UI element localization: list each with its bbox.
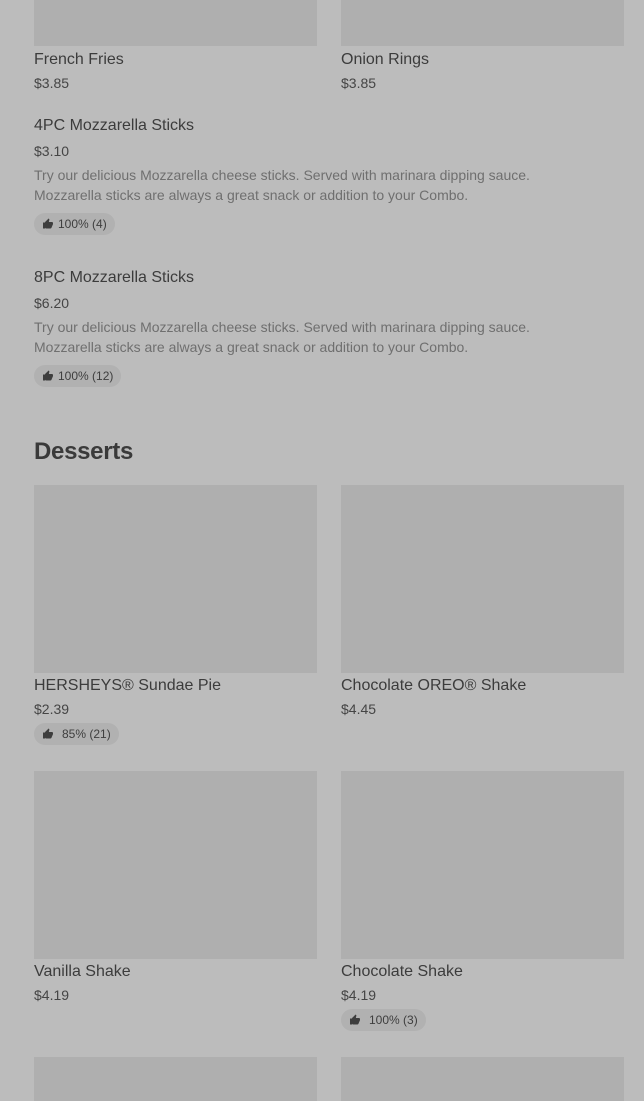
product-title-sundae-pie[interactable]: HERSHEYS® Sundae Pie: [34, 676, 221, 696]
rating-badge: 85% (21): [34, 723, 119, 745]
list-item-title[interactable]: 4PC Mozzarella Sticks: [34, 116, 194, 136]
product-image-vanilla-shake[interactable]: [34, 771, 317, 959]
product-image-oreo-shake[interactable]: [341, 485, 624, 673]
thumbs-up-icon: [43, 370, 53, 381]
rating-text: 100% (12): [58, 369, 114, 383]
rating-text: 85% (21): [62, 727, 111, 741]
rating-text: 100% (3): [369, 1013, 418, 1027]
description-line: Try our delicious Mozzarella cheese stic…: [34, 319, 530, 335]
rating-badge: 100% (3): [341, 1009, 426, 1031]
product-price-sundae-pie: $2.39: [34, 701, 70, 717]
rating-badge: 100% (12): [34, 365, 122, 387]
product-image-sundae-pie[interactable]: [34, 485, 317, 673]
thumbs-up-icon: [43, 218, 53, 229]
product-title-vanilla-shake[interactable]: Vanilla Shake: [34, 962, 131, 982]
description-line: Mozzarella sticks are always a great sna…: [34, 339, 469, 355]
product-title-onion-rings[interactable]: Onion Rings: [341, 50, 429, 70]
list-item-price: $3.10: [34, 143, 70, 159]
list-item-price: $6.20: [34, 295, 70, 311]
product-image[interactable]: [341, 1057, 624, 1101]
description-line: Try our delicious Mozzarella cheese stic…: [34, 167, 530, 183]
thumbs-up-icon: [350, 1014, 360, 1025]
product-image[interactable]: [34, 1057, 317, 1101]
list-item-title[interactable]: 8PC Mozzarella Sticks: [34, 268, 194, 288]
product-price-french-fries: $3.85: [34, 75, 70, 91]
list-item-description: Try our delicious Mozzarella cheese stic…: [34, 317, 574, 357]
description-line: Mozzarella sticks are always a great sna…: [34, 187, 469, 203]
product-title-french-fries[interactable]: French Fries: [34, 50, 124, 70]
list-item-description: Try our delicious Mozzarella cheese stic…: [34, 165, 574, 205]
product-title-oreo-shake[interactable]: Chocolate OREO® Shake: [341, 676, 526, 696]
product-price-oreo-shake: $4.45: [341, 701, 377, 717]
product-price-onion-rings: $3.85: [341, 75, 377, 91]
product-title-chocolate-shake[interactable]: Chocolate Shake: [341, 962, 463, 982]
product-price-vanilla-shake: $4.19: [34, 987, 70, 1003]
thumbs-up-icon: [43, 728, 53, 739]
rating-badge: 100% (4): [34, 213, 115, 235]
product-image-onion-rings[interactable]: [341, 0, 624, 46]
product-image-chocolate-shake[interactable]: [341, 771, 624, 959]
product-image-french-fries[interactable]: [34, 0, 317, 46]
section-title-desserts: Desserts: [34, 438, 134, 465]
rating-text: 100% (4): [58, 217, 107, 231]
product-price-chocolate-shake: $4.19: [341, 987, 377, 1003]
